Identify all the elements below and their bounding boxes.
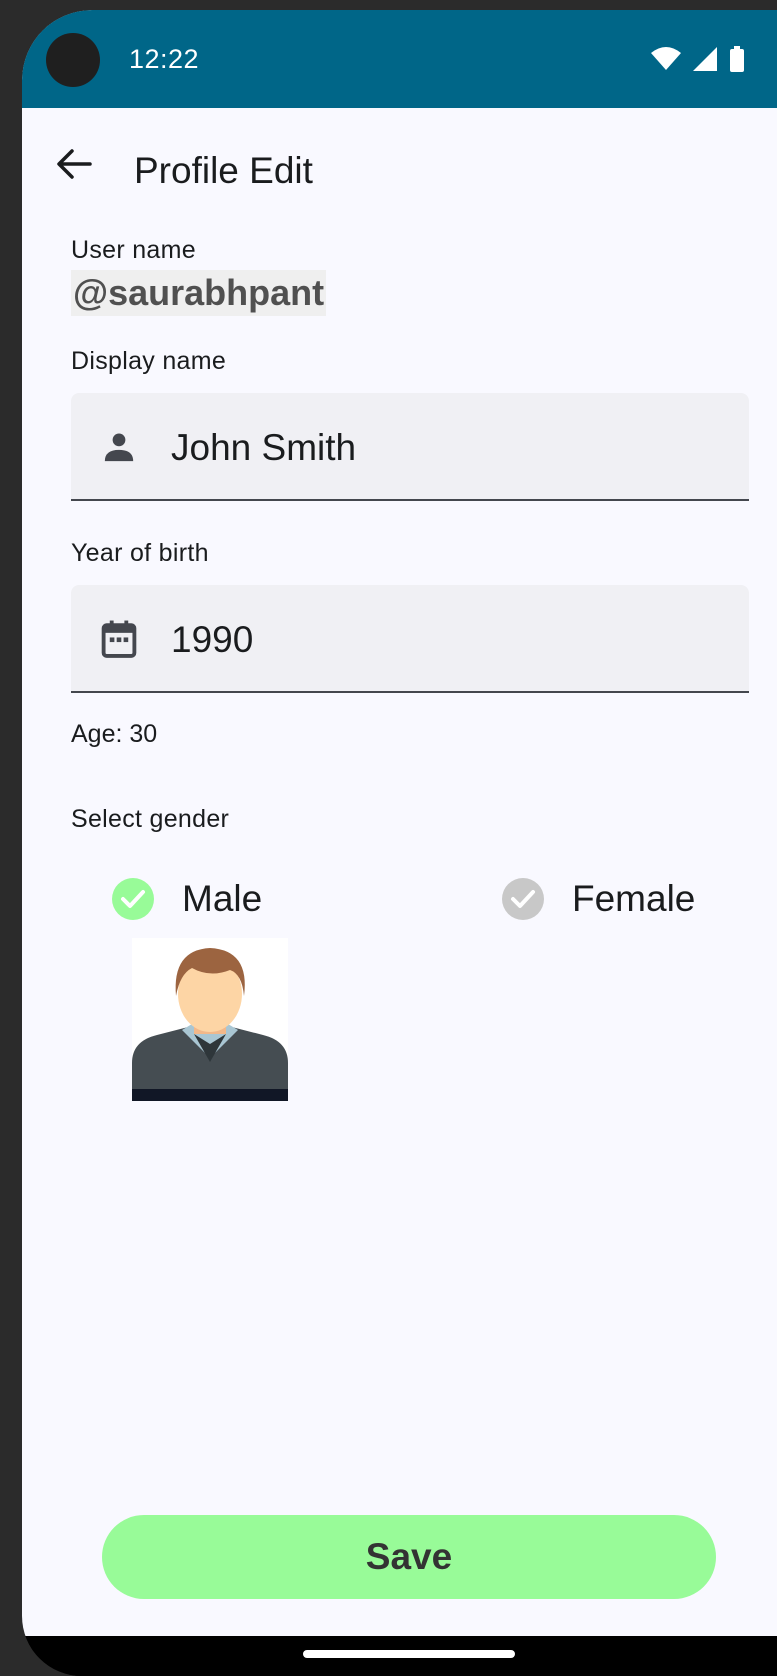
page-title: Profile Edit (134, 150, 313, 191)
back-button[interactable] (52, 144, 96, 188)
arrow-back-icon (56, 148, 92, 185)
wifi-icon (651, 47, 681, 76)
year-of-birth-field[interactable]: 1990 (71, 585, 749, 693)
age-text: Age: 30 (71, 720, 158, 748)
gender-option-label: Female (572, 878, 696, 919)
calendar-icon (99, 619, 139, 659)
person-icon (99, 427, 139, 467)
device-frame: 12:22 Profile Edit User name @saurabhpan… (22, 10, 777, 1676)
gender-option-male[interactable]: Male (112, 878, 262, 920)
screen: 12:22 Profile Edit User name @saurabhpan… (22, 10, 777, 1636)
gender-option-label: Male (182, 878, 263, 919)
gender-label: Select gender (71, 805, 230, 833)
camera-cutout (46, 33, 100, 87)
navigation-bar (22, 1636, 777, 1676)
display-name-input[interactable]: John Smith (171, 427, 356, 469)
battery-icon (729, 46, 745, 77)
app-bar: Profile Edit (22, 108, 777, 218)
user-name-value: @saurabhpant (71, 270, 327, 316)
status-time: 12:22 (129, 44, 200, 74)
status-bar: 12:22 (22, 10, 777, 108)
male-avatar-image (132, 938, 288, 1101)
home-gesture-pill[interactable] (303, 1650, 515, 1658)
display-name-label: Display name (71, 347, 227, 375)
check-circle-icon (502, 878, 544, 920)
check-circle-icon (112, 878, 154, 920)
gender-option-female[interactable]: Female (502, 878, 695, 920)
save-button[interactable]: Save (102, 1515, 716, 1599)
year-of-birth-label: Year of birth (71, 539, 209, 567)
display-name-field[interactable]: John Smith (71, 393, 749, 501)
year-of-birth-input[interactable]: 1990 (171, 619, 253, 661)
user-name-label: User name (71, 236, 196, 264)
status-icons (651, 46, 745, 77)
cellular-icon (693, 47, 717, 76)
